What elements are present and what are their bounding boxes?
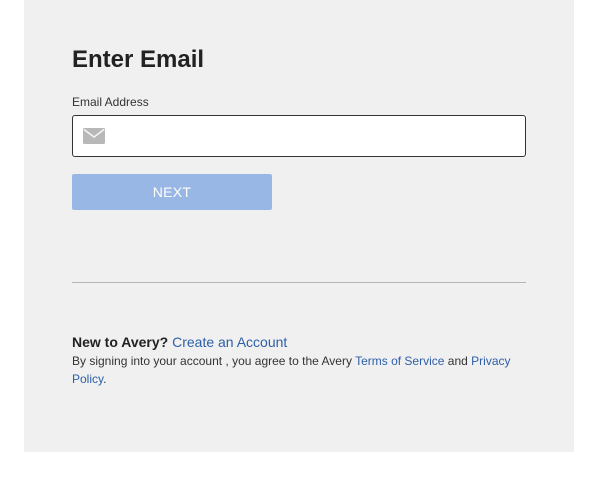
new-to-avery-text: New to Avery? [72,334,169,350]
terms-notice: By signing into your account , you agree… [72,352,532,388]
email-field-label: Email Address [72,95,149,109]
login-panel: Enter Email Email Address NEXT New to Av… [24,0,574,452]
terms-of-service-link[interactable]: Terms of Service [355,354,444,368]
email-input[interactable] [117,116,517,156]
and-text: and [447,354,468,368]
new-account-prompt: New to Avery? Create an Account [72,333,287,351]
divider [72,282,526,283]
envelope-icon [83,128,105,144]
terms-text: By signing into your account , you agree… [72,354,352,368]
page-title: Enter Email [72,46,205,73]
terms-period: . [103,372,107,386]
next-button[interactable]: NEXT [72,174,272,210]
email-field[interactable] [72,115,526,157]
create-account-link[interactable]: Create an Account [172,334,287,350]
